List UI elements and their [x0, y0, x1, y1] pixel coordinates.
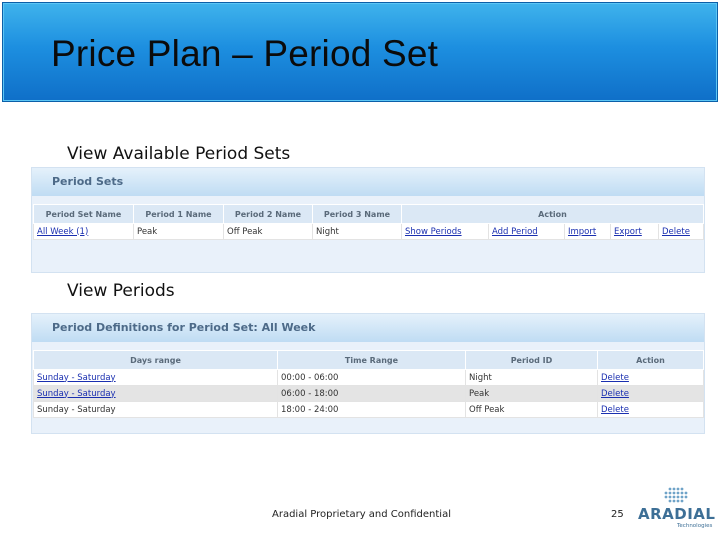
table-row: Sunday - Saturday 00:00 - 06:00 Night De…	[33, 369, 704, 386]
period-set-name-link[interactable]: All Week (1)	[33, 223, 134, 240]
table-row: Sunday - Saturday 06:00 - 18:00 Peak Del…	[33, 385, 704, 402]
period-id-value: Peak	[465, 385, 598, 402]
period-sets-header-row: Period Set Name Period 1 Name Period 2 N…	[33, 204, 705, 224]
days-range-link[interactable]: Sunday - Saturday	[33, 385, 278, 402]
show-periods-link[interactable]: Show Periods	[401, 223, 489, 240]
period-id-value: Night	[465, 369, 598, 386]
add-period-link[interactable]: Add Period	[488, 223, 565, 240]
logo-subtitle: Technologies	[677, 523, 713, 529]
period-id-value: Off Peak	[465, 401, 598, 418]
delete-link[interactable]: Delete	[597, 369, 704, 386]
logo-dots-icon	[664, 487, 688, 503]
col-period-set-name: Period Set Name	[33, 204, 134, 224]
period-sets-panel: Period Sets Period Set Name Period 1 Nam…	[31, 167, 705, 273]
period-definitions-header-row: Days range Time Range Period ID Action	[33, 350, 704, 370]
table-row: All Week (1) Peak Off Peak Night Show Pe…	[33, 223, 705, 240]
period-definitions-table: Days range Time Range Period ID Action S…	[33, 350, 704, 418]
period-1-value: Peak	[133, 223, 224, 240]
period-3-value: Night	[312, 223, 402, 240]
col-action: Action	[597, 350, 704, 370]
export-link[interactable]: Export	[610, 223, 659, 240]
days-range-value: Sunday - Saturday	[33, 401, 278, 418]
time-range-value: 06:00 - 18:00	[277, 385, 466, 402]
logo-wordmark: ARADIAL	[638, 505, 716, 523]
period-definitions-panel-title: Period Definitions for Period Set: All W…	[32, 314, 704, 342]
delete-link[interactable]: Delete	[597, 401, 704, 418]
table-row: Sunday - Saturday 18:00 - 24:00 Off Peak…	[33, 401, 704, 418]
delete-link[interactable]: Delete	[657, 223, 705, 240]
period-sets-table: Period Set Name Period 1 Name Period 2 N…	[33, 204, 705, 240]
delete-link[interactable]: Delete	[597, 385, 704, 402]
period-definitions-panel: Period Definitions for Period Set: All W…	[31, 313, 705, 434]
col-period-2-name: Period 2 Name	[223, 204, 313, 224]
col-days-range: Days range	[33, 350, 278, 370]
col-action: Action	[400, 204, 705, 224]
page-number: 25	[611, 509, 624, 520]
title-banner: Price Plan – Period Set	[2, 2, 718, 102]
slide-title: Price Plan – Period Set	[51, 33, 439, 74]
days-range-link[interactable]: Sunday - Saturday	[33, 369, 278, 386]
time-range-value: 00:00 - 06:00	[277, 369, 466, 386]
col-time-range: Time Range	[277, 350, 466, 370]
col-period-1-name: Period 1 Name	[133, 204, 224, 224]
caption-view-periods: View Periods	[67, 281, 175, 301]
caption-available-period-sets: View Available Period Sets	[67, 144, 291, 164]
col-period-3-name: Period 3 Name	[312, 204, 402, 224]
period-sets-panel-title: Period Sets	[32, 168, 704, 196]
time-range-value: 18:00 - 24:00	[277, 401, 466, 418]
footer-confidential: Aradial Proprietary and Confidential	[272, 509, 451, 520]
col-period-id: Period ID	[465, 350, 598, 370]
period-2-value: Off Peak	[223, 223, 313, 240]
import-link[interactable]: Import	[564, 223, 611, 240]
aradial-logo: ARADIAL Technologies	[638, 486, 718, 532]
